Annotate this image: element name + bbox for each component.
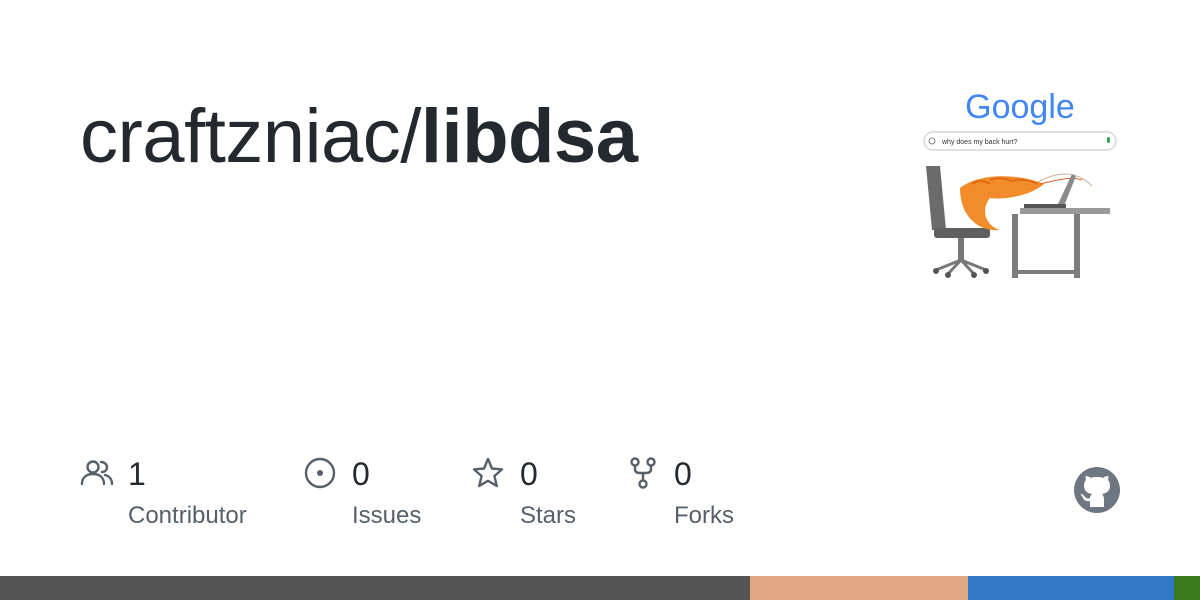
- issues-label: Issues: [352, 502, 422, 529]
- github-mark-icon: [1074, 467, 1120, 513]
- repo-title: craftzniac/libdsa: [80, 92, 638, 182]
- stars-count: 0: [520, 456, 538, 492]
- people-icon: [80, 460, 114, 486]
- forks-label: Forks: [674, 502, 734, 529]
- repo-name: libdsa: [420, 94, 638, 179]
- google-logo: Google: [965, 88, 1075, 126]
- fork-icon: [630, 457, 656, 489]
- language-bar-segment: [0, 576, 750, 600]
- language-bar: [0, 576, 1200, 600]
- mic-icon: [1107, 137, 1110, 143]
- search-query: why does my back hurt?: [941, 139, 1018, 146]
- owner-avatar: Google why does my back hurt?: [920, 80, 1120, 280]
- avatar-illustration: Google why does my back hurt?: [920, 80, 1120, 280]
- language-bar-segment: [1173, 576, 1200, 600]
- language-bar-segment: [750, 576, 969, 600]
- issues-count: 0: [352, 456, 370, 492]
- star-icon: [472, 457, 504, 488]
- forks-count: 0: [674, 456, 692, 492]
- repo-owner: craftzniac/: [80, 94, 421, 179]
- contributors-label: Contributor: [128, 502, 247, 529]
- language-bar-segment: [968, 576, 1174, 600]
- stars-label: Stars: [520, 502, 577, 529]
- issue-icon: [304, 457, 336, 489]
- contributors-count: 1: [128, 456, 146, 492]
